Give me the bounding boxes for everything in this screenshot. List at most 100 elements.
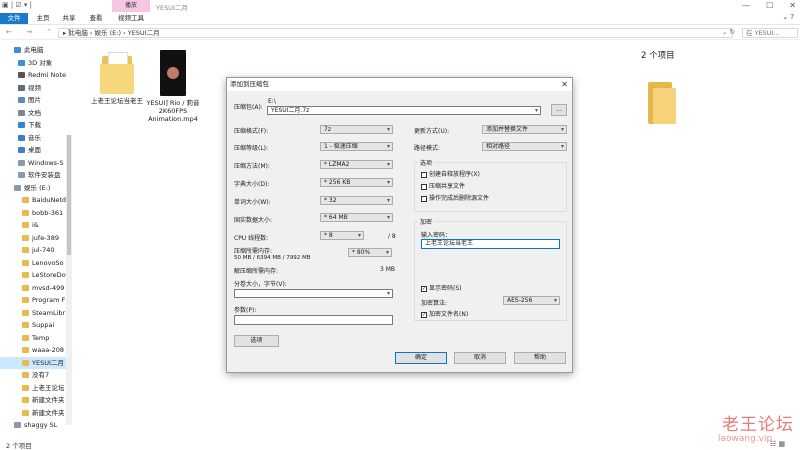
folder-icon: [22, 359, 29, 366]
context-tab-play[interactable]: 播放: [112, 0, 150, 12]
archive-name-combo[interactable]: YESUI二月.7z: [267, 106, 541, 115]
video-thumbnail-icon: [160, 50, 186, 96]
tab-home[interactable]: 主页: [32, 13, 54, 24]
file-item-video[interactable]: YESUI] Rio / 莉音 2K60FPS Animation.mp4: [143, 50, 203, 123]
search-input[interactable]: 在 YESUI...: [742, 28, 798, 38]
sidebar-item[interactable]: shaggy SL: [0, 419, 66, 431]
encryption-method-select[interactable]: AES-256: [503, 296, 560, 305]
folder-icon: [22, 309, 29, 316]
delete-after-checkbox[interactable]: 操作完成后删除源文件: [421, 195, 489, 202]
sidebar-item[interactable]: LenovoSo: [0, 257, 66, 269]
sfx-checkbox[interactable]: 创建自释放程序(X): [421, 171, 480, 178]
sidebar-item[interactable]: Program F: [0, 294, 66, 306]
path-mode-select[interactable]: 相对路径: [482, 142, 567, 151]
sidebar-item-label: 新建文件夹: [32, 408, 65, 417]
parameters-input[interactable]: [234, 315, 393, 325]
sidebar-item[interactable]: 上老王论坛: [0, 382, 66, 394]
quick-access-toolbar[interactable]: ▣ | ☑ ▾ |: [2, 1, 32, 9]
split-volume-combo[interactable]: [234, 289, 393, 298]
ok-button[interactable]: 确定: [395, 352, 447, 364]
sidebar-item[interactable]: bobb-361: [0, 207, 66, 219]
sidebar-item-label: Temp: [32, 333, 50, 342]
method-select[interactable]: * LZMA2: [320, 160, 393, 169]
sidebar-item[interactable]: 音乐: [0, 132, 66, 144]
sidebar-item[interactable]: 桌面: [0, 144, 66, 156]
sidebar-item[interactable]: 此电脑: [0, 44, 66, 56]
level-select[interactable]: 1 - 极速压缩: [320, 142, 393, 151]
options-button[interactable]: 选项: [234, 335, 279, 347]
level-label: 压缩等级(L):: [234, 145, 269, 152]
tab-video-tools[interactable]: 视频工具: [113, 13, 149, 24]
format-select[interactable]: 7z: [320, 125, 393, 134]
sidebar-item-label: waaa-208: [32, 346, 65, 354]
sidebar-item[interactable]: BaiduNetd: [0, 194, 66, 206]
sidebar-item[interactable]: 下载: [0, 119, 66, 131]
minimize-icon[interactable]: —: [742, 0, 750, 12]
sidebar-item-label: jufe-389: [32, 233, 59, 242]
help-button[interactable]: 帮助: [514, 352, 566, 364]
tab-view[interactable]: 查看: [85, 13, 107, 24]
refresh-icon[interactable]: ⌄ ↻: [722, 28, 735, 36]
dialog-close-icon[interactable]: ✕: [561, 78, 568, 91]
password-label: 输入密码：: [421, 232, 452, 239]
file-item-folder[interactable]: 上老王论坛当老王: [87, 50, 147, 105]
sidebar-item-label: 娱乐 (E:): [24, 183, 51, 192]
drive-icon: [18, 159, 25, 166]
encrypt-names-checkbox[interactable]: ✓ 加密文件名(N): [421, 311, 468, 318]
sidebar-item[interactable]: YESUI二月: [0, 356, 66, 369]
sidebar-item[interactable]: waaa-208: [0, 344, 66, 356]
sidebar-item[interactable]: 视频: [0, 82, 66, 94]
sidebar-item[interactable]: mvsd-499: [0, 282, 66, 294]
window-buttons: — ☐ ✕: [742, 0, 796, 12]
sidebar-item[interactable]: Suppai: [0, 319, 66, 331]
show-password-checkbox[interactable]: ✓ 显示密码(S): [421, 285, 462, 292]
sidebar-item[interactable]: Windows-S: [0, 157, 66, 169]
sidebar-scroll-thumb[interactable]: [67, 135, 71, 255]
sidebar-item[interactable]: jufe-389: [0, 232, 66, 244]
cube-icon: [18, 59, 25, 66]
maximize-icon[interactable]: ☐: [766, 0, 773, 12]
sidebar-item-label: 软件安装盘: [28, 171, 61, 179]
tab-file[interactable]: 文件: [0, 13, 28, 24]
update-mode-select[interactable]: 添加并替换文件: [482, 125, 567, 134]
sidebar-item[interactable]: LeStoreDo: [0, 269, 66, 281]
close-icon[interactable]: ✕: [789, 0, 796, 12]
sidebar-item[interactable]: Temp: [0, 332, 66, 344]
encryption-group-label: 加密: [418, 217, 435, 226]
sidebar-item[interactable]: 没有7: [0, 369, 66, 381]
solid-block-select[interactable]: * 64 MB: [320, 213, 393, 222]
dictionary-select[interactable]: * 256 KB: [320, 178, 393, 187]
picture-folder-icon: [18, 97, 25, 103]
drive-icon: [18, 172, 25, 178]
sidebar-item[interactable]: 娱乐 (E:): [0, 182, 66, 194]
view-toggle-buttons[interactable]: ☷ ▦: [770, 440, 785, 448]
tab-share[interactable]: 共享: [58, 13, 80, 24]
memory-percent-select[interactable]: * 80%: [348, 248, 392, 257]
word-size-select[interactable]: * 32: [320, 196, 393, 205]
sidebar-item[interactable]: 3D 对象: [0, 57, 66, 69]
sidebar-item[interactable]: 文档: [0, 107, 66, 119]
sidebar-item[interactable]: Redmi Note: [0, 69, 66, 81]
memory-detail: 50 MB / 6394 MB / 7992 MB: [234, 255, 311, 261]
browse-button[interactable]: ...: [551, 104, 567, 116]
computer-icon: [14, 47, 21, 53]
sidebar-item-label: BaiduNetd: [32, 196, 66, 204]
sidebar-item[interactable]: SteamLibr: [0, 307, 66, 319]
shared-files-checkbox[interactable]: 压缩共享文件: [421, 183, 465, 190]
sidebar-item[interactable]: jul-740: [0, 244, 66, 256]
sidebar-item-label: SteamLibr: [32, 308, 66, 317]
cancel-button[interactable]: 取消: [454, 352, 506, 364]
folder-icon: [22, 234, 29, 241]
cpu-threads-select[interactable]: * 8: [320, 231, 364, 240]
watermark-logo: 老王论坛: [722, 415, 794, 435]
ribbon-expand-help[interactable]: ⌄ ?: [782, 13, 794, 21]
address-breadcrumb[interactable]: ▸ 此电脑 › 娱乐 (E:) › YESUI二月: [58, 28, 733, 38]
sidebar-item[interactable]: i&: [0, 219, 66, 231]
sidebar-item[interactable]: 新建文件夹: [0, 394, 66, 406]
password-input[interactable]: 上老王论坛当老王: [421, 239, 560, 249]
archive-label: 压缩包(A):: [234, 104, 263, 111]
sidebar-item[interactable]: 图片: [0, 94, 66, 106]
sidebar-item[interactable]: 新建文件夹: [0, 407, 66, 419]
archive-path: E:\: [268, 98, 276, 105]
sidebar-item[interactable]: 软件安装盘: [0, 169, 66, 181]
